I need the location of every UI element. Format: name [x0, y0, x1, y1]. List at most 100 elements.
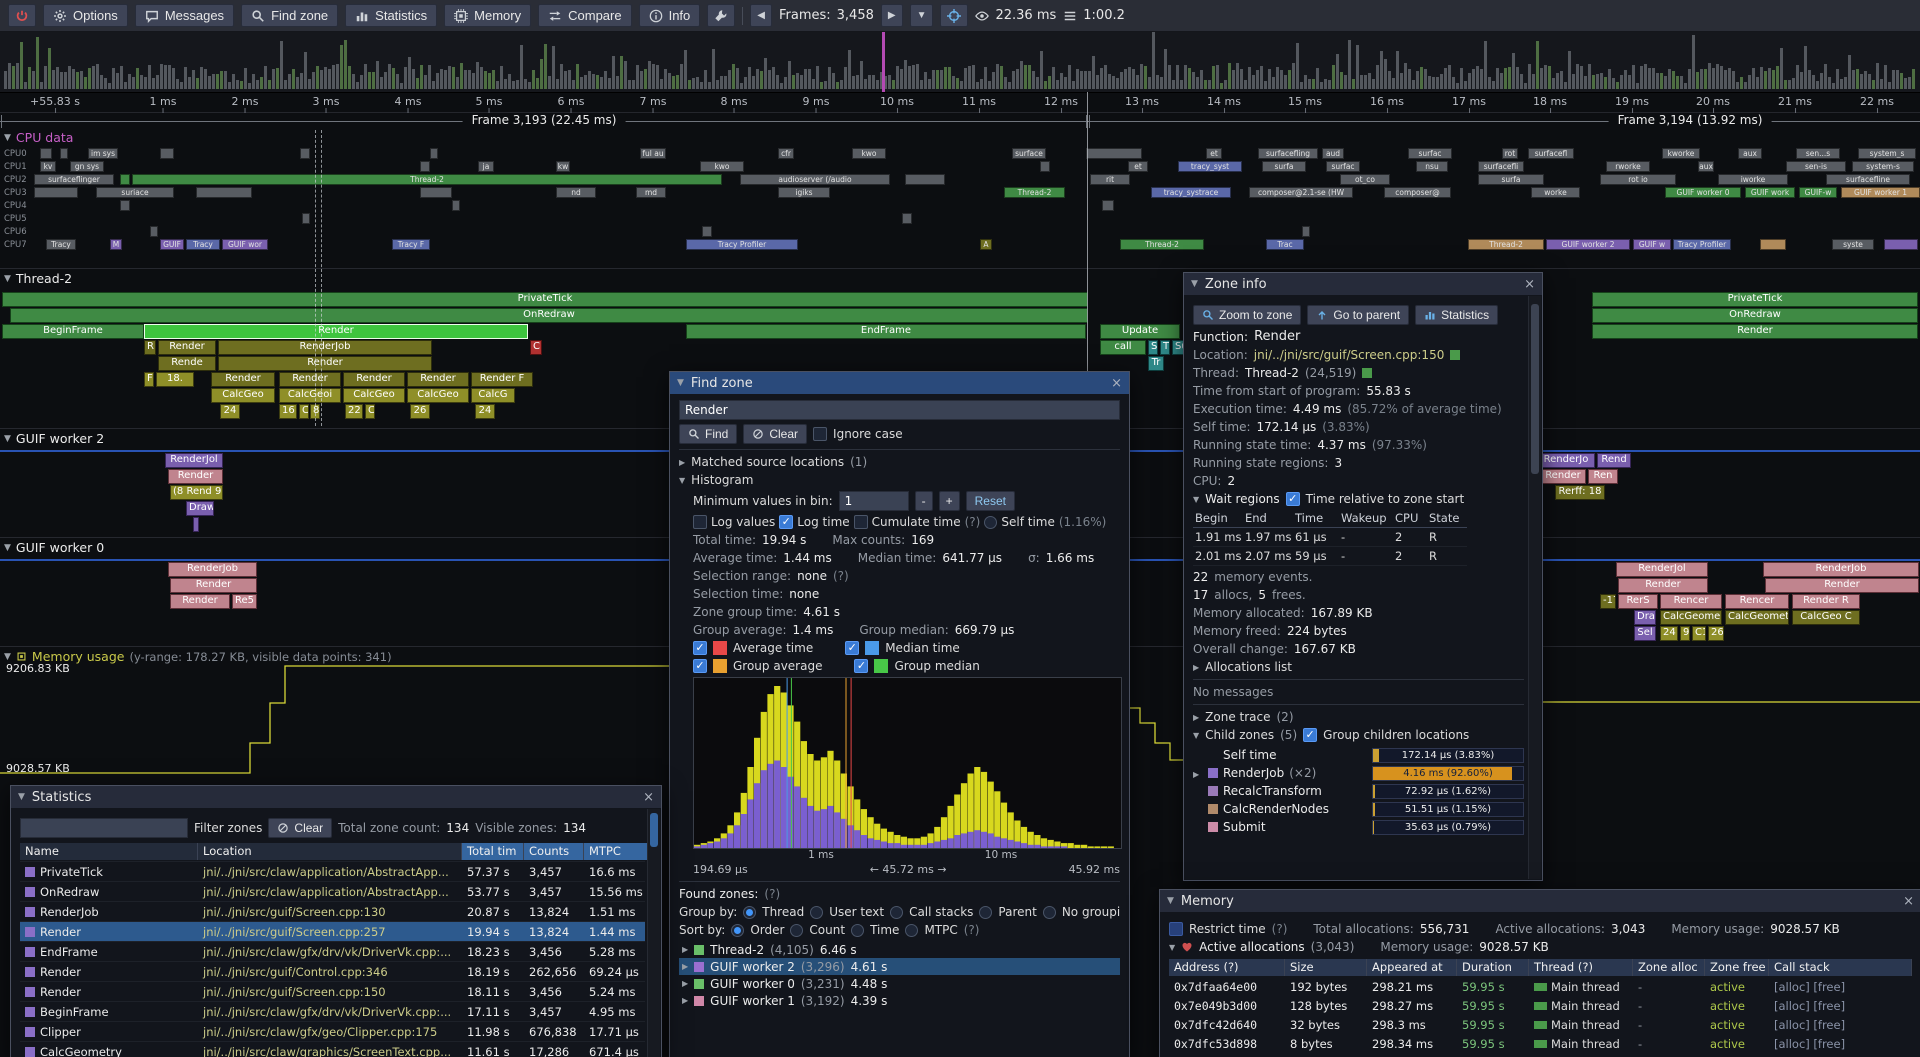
- timeline-zone[interactable]: RerS: [1618, 594, 1658, 609]
- timeline-zone[interactable]: CalcG: [471, 388, 515, 403]
- expand-icon[interactable]: ▶: [1193, 770, 1199, 779]
- close-icon[interactable]: ×: [1903, 894, 1914, 909]
- cpu-zone[interactable]: [120, 200, 130, 211]
- log-values-checkbox[interactable]: [693, 515, 707, 529]
- timeline-zone[interactable]: Rende: [158, 356, 216, 371]
- timeline-zone[interactable]: BeginFrame: [2, 324, 144, 339]
- expand-icon[interactable]: ▶: [1193, 663, 1199, 672]
- child-zone-row[interactable]: CalcRenderNodes51.51 µs (1.15%): [1193, 800, 1524, 818]
- memory-usage-header[interactable]: ▼ Memory usage (y-range: 178.27 KB, visi…: [4, 649, 392, 664]
- help-hint[interactable]: (?): [964, 923, 980, 937]
- allocation-row[interactable]: 0x7e049b3d00128 bytes298.27 ms59.95 sMai…: [1169, 996, 1912, 1015]
- cpu-zone[interactable]: [420, 161, 430, 172]
- timeline-zone[interactable]: OnRedraw: [10, 308, 1088, 323]
- collapse-icon[interactable]: ▼: [1193, 495, 1199, 504]
- timeline-zone[interactable]: Re5: [232, 594, 257, 609]
- cpu-zone[interactable]: et: [1128, 161, 1148, 172]
- stats-col-header[interactable]: Location: [198, 843, 462, 860]
- memory-col-header[interactable]: Zone alloc: [1633, 959, 1705, 976]
- frames-strip[interactable]: [0, 32, 1920, 93]
- timeline-zone[interactable]: CalcGeomet: [1725, 610, 1789, 625]
- timeline-zone[interactable]: Render: [407, 372, 469, 387]
- wait-col-header[interactable]: CPU: [1393, 510, 1427, 528]
- timeline-zone[interactable]: CalcGeo C: [1792, 610, 1860, 625]
- stats-row[interactable]: OnRedrawjni/../jni/src/claw/application/…: [20, 881, 645, 901]
- cpu-zone[interactable]: tracy_systrace: [1151, 187, 1231, 198]
- expand-icon[interactable]: ▶: [682, 962, 688, 971]
- min-bin-decrease-button[interactable]: -: [915, 491, 933, 511]
- timeline-zone[interactable]: 24: [220, 404, 240, 419]
- cpu-zone[interactable]: surfacefl: [1528, 148, 1574, 159]
- alloc-address[interactable]: 0x7dfaa64e00: [1169, 980, 1285, 994]
- cpu-zone[interactable]: [1760, 239, 1786, 250]
- time-ruler[interactable]: +55.83 s1 ms2 ms3 ms4 ms5 ms6 ms7 ms8 ms…: [0, 92, 1920, 113]
- time-relative-checkbox[interactable]: ✓: [1286, 492, 1300, 506]
- guif2-header[interactable]: ▼GUIF worker 2: [4, 431, 104, 446]
- timeline-zone[interactable]: C: [365, 404, 375, 419]
- timeline-zone[interactable]: Render: [170, 578, 257, 593]
- cpu-rows[interactable]: CPU0im sysful aucfrkwosurfaceetsurfacefl…: [0, 148, 1920, 252]
- find-zone-button[interactable]: Find zone: [241, 4, 338, 27]
- scrollbar[interactable]: [647, 809, 660, 1057]
- location-value[interactable]: jni/../jni/src/guif/Screen.cpp:150: [1254, 348, 1445, 362]
- found-zone-group[interactable]: ▶GUIF worker 0(3,231)4.48 s: [679, 975, 1120, 992]
- alloc-appeared[interactable]: 298.34 ms: [1367, 1037, 1457, 1051]
- cpu-zone[interactable]: GUIF wor: [222, 239, 268, 250]
- go-to-parent-button[interactable]: Go to parent: [1307, 305, 1409, 325]
- stats-row[interactable]: Clipperjni/../jni/src/claw/gfx/geo/Clipp…: [20, 1021, 645, 1041]
- find-zone-histogram[interactable]: [693, 677, 1122, 849]
- cpu-zone[interactable]: [150, 226, 158, 237]
- cpu-zone[interactable]: GUIF worker 1: [1841, 187, 1920, 198]
- timeline-zone[interactable]: RenderJol: [1616, 562, 1708, 577]
- close-icon[interactable]: ×: [1524, 277, 1535, 292]
- timeline-zone[interactable]: S: [1148, 340, 1158, 355]
- timeline-zone[interactable]: 16: [279, 404, 297, 419]
- cpu-zone[interactable]: [300, 148, 310, 159]
- timeline-zone[interactable]: CalcGeo: [343, 388, 405, 403]
- cpu-zone[interactable]: Tracy: [46, 239, 76, 250]
- radio-no-groupi[interactable]: [1043, 906, 1056, 919]
- timeline-zone[interactable]: Render: [1540, 469, 1586, 484]
- cpu-zone[interactable]: [302, 213, 310, 224]
- collapse-icon[interactable]: ▼: [679, 476, 685, 485]
- alloc-call-stack[interactable]: [alloc] [free]: [1769, 1018, 1912, 1032]
- cpu-zone[interactable]: [1884, 239, 1918, 250]
- reset-button[interactable]: Reset: [966, 491, 1015, 511]
- cpu-zone[interactable]: system_s: [1858, 148, 1916, 159]
- thread2-header[interactable]: ▼Thread-2: [4, 271, 72, 286]
- timeline-zone[interactable]: RenderJob: [168, 562, 257, 577]
- timeline-zone[interactable]: RenderJob: [218, 340, 432, 355]
- cpu-zone[interactable]: surfacefli: [1478, 161, 1524, 172]
- alloc-thread[interactable]: Main thread: [1529, 999, 1633, 1013]
- expand-icon[interactable]: ▶: [682, 945, 688, 954]
- alloc-appeared[interactable]: 298.3 ms: [1367, 1018, 1457, 1032]
- group-average-checkbox[interactable]: ✓: [693, 659, 707, 673]
- child-zone-row[interactable]: RecalcTransform72.92 µs (1.62%): [1193, 782, 1524, 800]
- timeline-zone[interactable]: 18.: [156, 372, 194, 387]
- timeline-zone[interactable]: 9: [1680, 626, 1690, 641]
- radio-parent[interactable]: [979, 906, 992, 919]
- timeline-zone[interactable]: C: [299, 404, 309, 419]
- cpu-zone[interactable]: [1102, 200, 1114, 211]
- cpu-zone[interactable]: rot io: [1600, 174, 1676, 185]
- collapse-icon[interactable]: ▼: [1167, 896, 1174, 906]
- timeline-zone[interactable]: (8 Rend 9: [170, 485, 223, 500]
- timeline-zone[interactable]: 22: [345, 404, 363, 419]
- timeline-zone[interactable]: 26: [1708, 626, 1724, 641]
- timeline-zone[interactable]: Render F: [471, 372, 533, 387]
- radio-user-text[interactable]: [810, 906, 823, 919]
- alloc-address[interactable]: 0x7dfc42d640: [1169, 1018, 1285, 1032]
- cpu-zone[interactable]: rworke: [1606, 161, 1650, 172]
- timeline-zone[interactable]: 26: [410, 404, 430, 419]
- timeline-zone[interactable]: RenderJol: [165, 453, 223, 468]
- timeline-zone[interactable]: Draw: [186, 501, 214, 516]
- clear-button[interactable]: Clear: [743, 424, 807, 444]
- allocation-row[interactable]: 0x7dfc53d8988 bytes298.34 ms59.95 sMain …: [1169, 1034, 1912, 1053]
- cpu-zone[interactable]: GUIF w: [1633, 239, 1671, 250]
- cpu-zone[interactable]: [905, 174, 945, 185]
- collapse-icon[interactable]: ▼: [4, 274, 11, 284]
- radio-call-stacks[interactable]: [890, 906, 903, 919]
- cpu-zone[interactable]: worke: [1531, 187, 1580, 198]
- help-hint[interactable]: (?): [833, 569, 849, 583]
- wait-region-row[interactable]: 1.91 ms1.97 ms61 µs-2R: [1193, 528, 1524, 547]
